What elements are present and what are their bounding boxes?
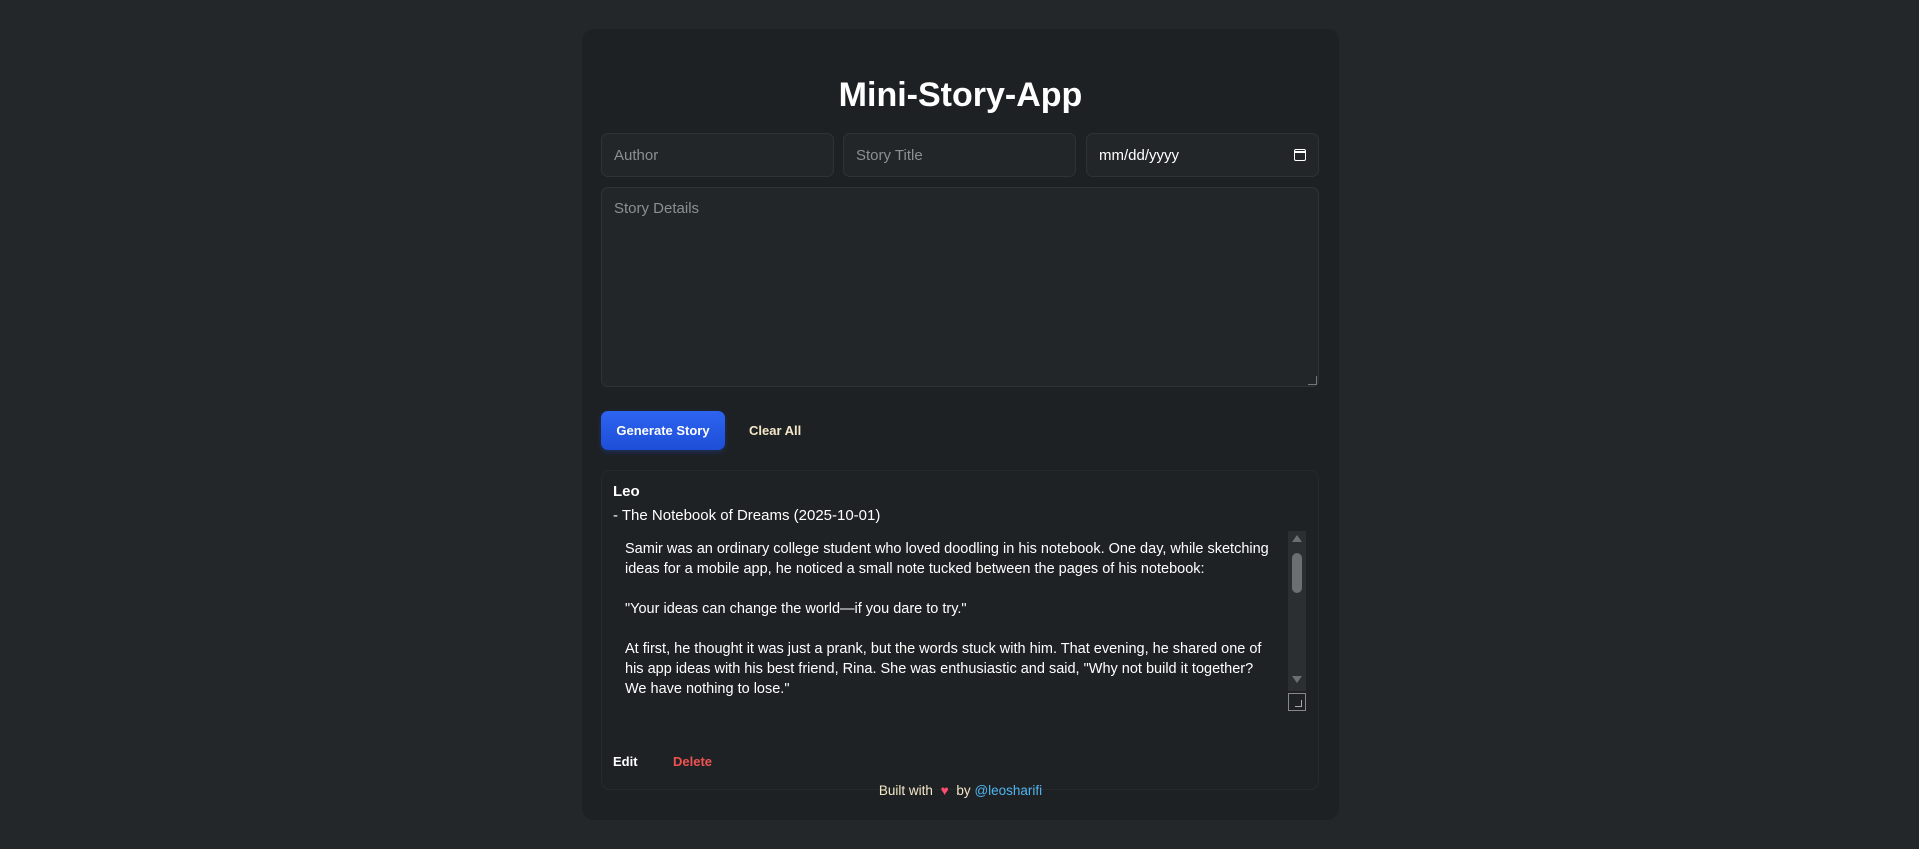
story-title-input[interactable]: [843, 133, 1076, 177]
story-body-box[interactable]: Samir was an ordinary college student wh…: [613, 531, 1307, 711]
story-meta: - The Notebook of Dreams (2025-10-01): [613, 507, 881, 524]
edit-button[interactable]: Edit: [613, 754, 638, 769]
story-resize-handle[interactable]: [1288, 693, 1306, 711]
page-title: Mini-Story-App: [838, 76, 1083, 114]
author-handle-link[interactable]: @leosharifi: [974, 783, 1042, 798]
clear-all-button[interactable]: Clear All: [739, 411, 811, 450]
footer-built-with: Built with: [878, 783, 933, 798]
resize-handle[interactable]: [1308, 376, 1317, 385]
story-card: Leo - The Notebook of Dreams (2025-10-01…: [601, 470, 1319, 790]
scroll-up-arrow-icon[interactable]: [1292, 535, 1302, 542]
date-input-value: mm/dd/yyyy: [1099, 146, 1180, 164]
scroll-thumb[interactable]: [1292, 553, 1302, 593]
story-scrollbar[interactable]: [1288, 531, 1306, 691]
calendar-icon[interactable]: [1294, 149, 1306, 161]
story-body-text: Samir was an ordinary college student wh…: [625, 541, 1269, 697]
story-details-textarea[interactable]: [601, 187, 1319, 387]
delete-button[interactable]: Delete: [673, 754, 712, 769]
date-input[interactable]: mm/dd/yyyy: [1086, 133, 1319, 177]
heart-icon: ♥: [940, 783, 949, 798]
footer-by: by: [956, 783, 971, 798]
generate-story-button[interactable]: Generate Story: [601, 411, 725, 450]
footer: Built with ♥ by @leosharifi: [582, 783, 1339, 798]
story-author: Leo: [613, 483, 640, 500]
app-card: Mini-Story-App mm/dd/yyyy Generate Story…: [582, 29, 1339, 820]
author-input[interactable]: [601, 133, 834, 177]
scroll-down-arrow-icon[interactable]: [1292, 676, 1302, 683]
